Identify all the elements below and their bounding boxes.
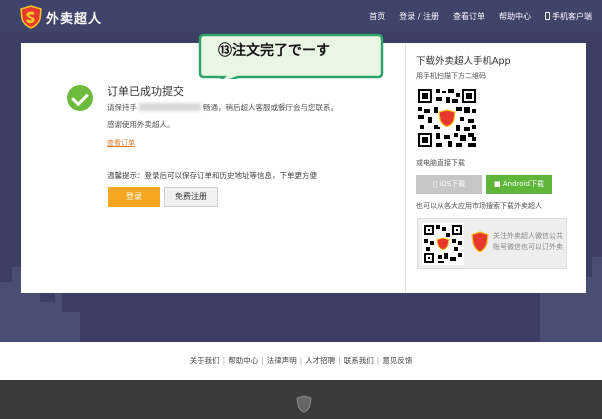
login-tip: 温馨提示：登录后可以保存订单和历史地址等信息，下单更方便 [107, 171, 317, 180]
order-confirmation-card: 订单已成功提交 请保持手 畅通，稍后超人客服或餐厅会与您联系。 感谢使用外卖超人。… [21, 43, 586, 293]
footer-link-about[interactable]: 关于我们 [190, 356, 220, 365]
footer-shield-icon [296, 395, 312, 413]
brand-logo[interactable]: 外卖超人 [20, 5, 102, 29]
footer-separator: | [222, 356, 226, 365]
nav-mobile-app[interactable]: 手机客户端 [545, 11, 592, 22]
redacted-phone [139, 103, 201, 111]
footer-link-legal[interactable]: 法律声明 [267, 356, 297, 365]
app-download-title: 下载外卖超人手机App [416, 56, 511, 67]
brand-shield-icon [471, 231, 489, 253]
wechat-qr-code-icon [422, 223, 464, 265]
wechat-promo-box: 关注外卖超人微信公共账号微信也可以订外卖 [417, 218, 567, 269]
login-button[interactable]: 登录 [108, 187, 160, 207]
annotation-text: ⑬注文完了でーす [218, 43, 330, 59]
nav-home[interactable]: 首页 [369, 11, 385, 22]
brand-name: 外卖超人 [46, 11, 103, 27]
top-navigation-bar: 外卖超人 首页 登录 / 注册 查看订单 帮助中心 手机客户端 [0, 0, 602, 32]
footer-link-feedback[interactable]: 意见反馈 [382, 356, 412, 365]
footer-link-jobs[interactable]: 人才招聘 [305, 356, 335, 365]
nav-help-center[interactable]: 帮助中心 [499, 11, 531, 22]
scan-qr-text: 用手机扫描下方二维码 [416, 72, 486, 80]
contact-message: 请保持手 畅通，稍后超人客服或餐厅会与您联系。 [107, 102, 338, 113]
app-store-text: 也可以从各大应用市场搜索下载外卖超人 [416, 202, 542, 210]
android-icon: ■ [494, 180, 503, 188]
contact-message-suffix: 畅通，稍后超人客服或餐厅会与您联系。 [203, 103, 338, 112]
main-nav: 首页 登录 / 注册 查看订单 帮助中心 手机客户端 [355, 0, 592, 32]
nav-login-register[interactable]: 登录 / 注册 [399, 11, 439, 22]
ios-download-button[interactable]:  iOS下载 [416, 175, 482, 194]
footer-separator: | [261, 356, 264, 365]
phone-icon [545, 11, 550, 20]
android-download-button[interactable]: ■ Android下载 [486, 175, 552, 194]
footer-separator: | [299, 356, 303, 365]
order-success-title: 订单已成功提交 [107, 85, 184, 98]
android-download-label: Android下载 [502, 180, 544, 188]
footer-link-help[interactable]: 帮助中心 [228, 356, 258, 365]
direct-download-text: 或电脑直接下载 [416, 159, 465, 167]
footer-separator: | [376, 356, 380, 365]
nav-view-orders[interactable]: 查看订单 [453, 11, 485, 22]
ios-download-label: iOS下载 [436, 180, 465, 188]
footer-links: 关于我们 | 帮助中心 | 法律声明 | 人才招聘 | 联系我们 | 意见反馈 [0, 355, 602, 366]
thanks-message: 感谢使用外卖超人。 [107, 120, 175, 129]
app-qr-code-icon [416, 87, 478, 149]
contact-message-prefix: 请保持手 [107, 103, 137, 112]
wechat-follow-text: 关注外卖超人微信公共账号微信也可以订外卖 [493, 232, 563, 251]
view-order-link[interactable]: 查看订单 [107, 138, 135, 148]
nav-mobile-app-label: 手机客户端 [552, 11, 592, 21]
free-register-button[interactable]: 免费注册 [164, 187, 218, 207]
vertical-divider [405, 43, 406, 293]
footer-separator: | [338, 356, 341, 365]
success-check-icon [67, 85, 93, 111]
shield-logo-icon [20, 5, 42, 29]
footer-link-contact[interactable]: 联系我们 [344, 356, 374, 365]
